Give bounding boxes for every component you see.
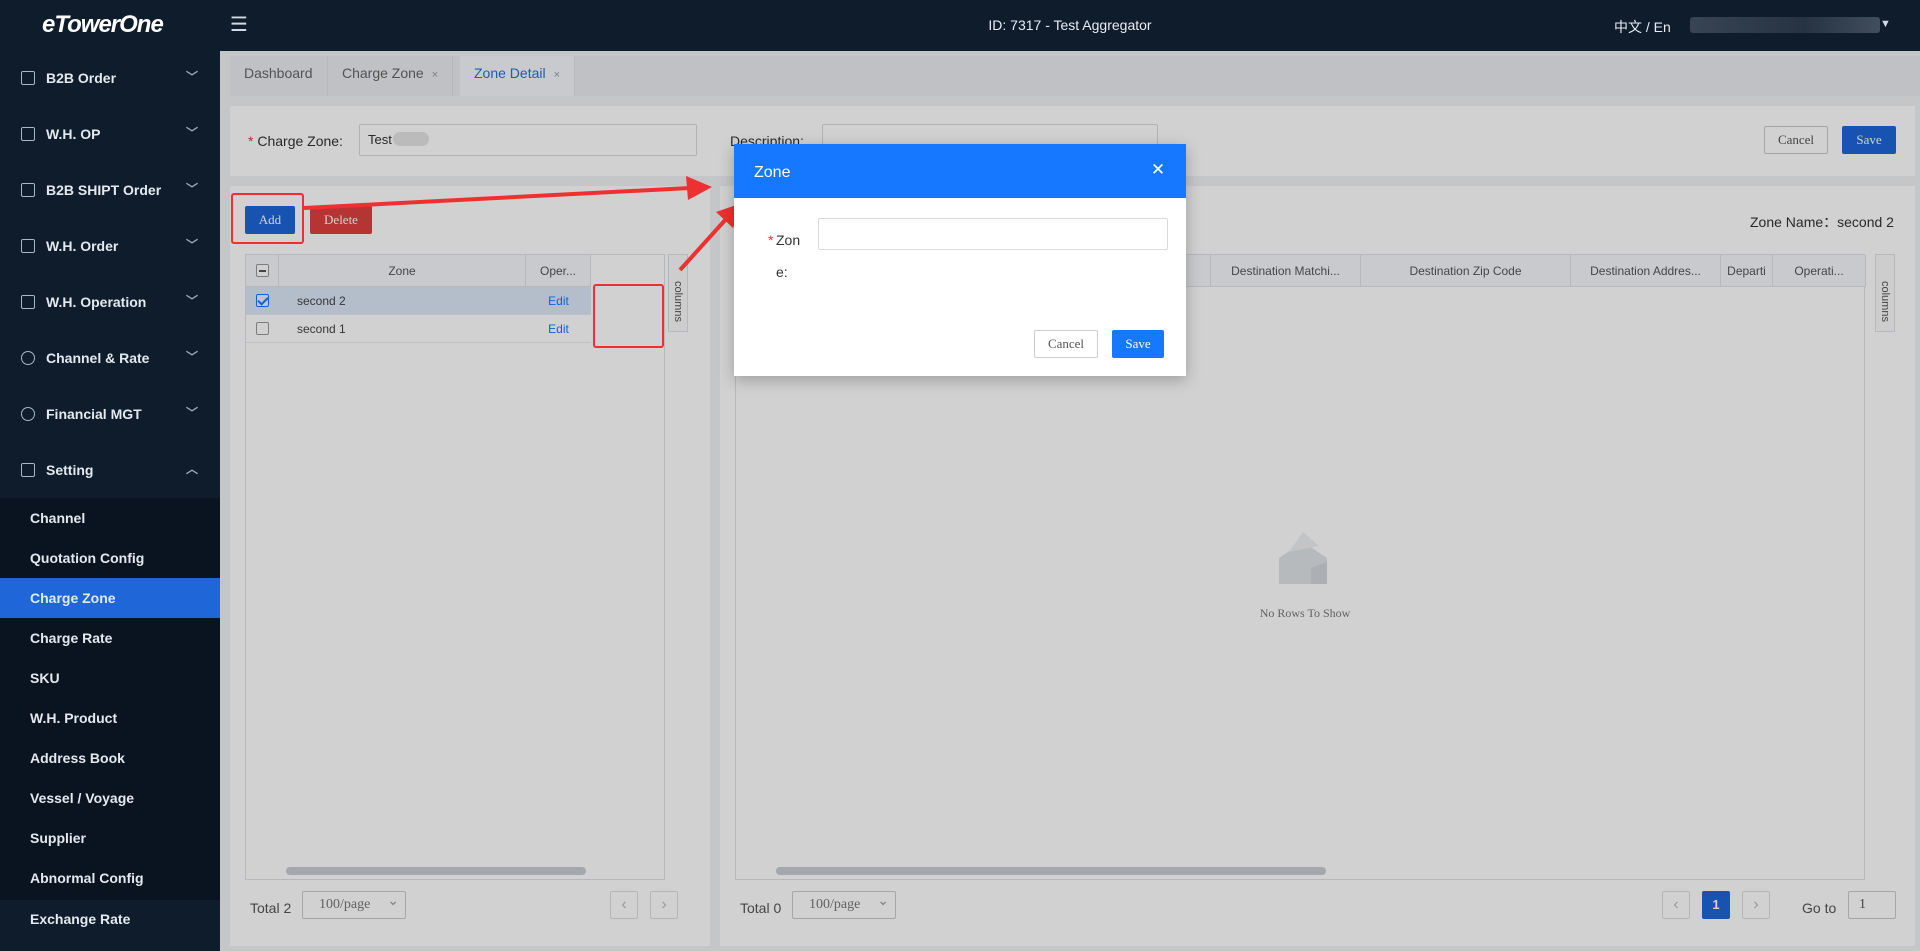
sidebar-item-b2b-shipt-order[interactable]: B2B SHIPT Order ﹀: [0, 163, 220, 219]
zone-name-input[interactable]: [818, 218, 1168, 250]
sidebar-item-label: W.H. OP: [46, 126, 101, 142]
submenu-item-supplier[interactable]: Supplier: [0, 818, 220, 858]
submenu-label: Charge Rate: [30, 630, 113, 646]
wh-order-icon: [21, 239, 35, 253]
zone-modal: Zone ✕ * Zone: Cancel Save: [734, 144, 1186, 376]
user-account-redacted[interactable]: [1690, 17, 1880, 33]
yen-icon: [21, 407, 35, 421]
zone-field-label-text: Zone:: [776, 232, 801, 280]
sidebar-item-label: Setting: [46, 462, 94, 478]
lock-icon: [21, 183, 35, 197]
chevron-down-icon: ﹀: [186, 238, 199, 252]
caret-down-icon[interactable]: ▼: [1880, 18, 1891, 30]
submenu-label: Charge Zone: [30, 590, 116, 606]
sidebar-item-label: B2B Order: [46, 70, 117, 86]
sidebar-item-financial-mgt[interactable]: Financial MGT ﹀: [0, 387, 220, 443]
sidebar-item-b2b-order[interactable]: B2B Order ﹀: [0, 51, 220, 107]
submenu-label: Exchange Rate: [30, 911, 131, 927]
modal-title: Zone: [754, 164, 791, 181]
modal-header: Zone ✕: [734, 144, 1186, 198]
grid-icon: [21, 463, 35, 477]
submenu-item-abnormal-config[interactable]: Abnormal Config: [0, 858, 220, 898]
chevron-up-icon: ︿: [186, 462, 199, 476]
sidebar-item-setting[interactable]: Setting ︿: [0, 443, 220, 499]
sidebar-item-wh-order[interactable]: W.H. Order ﹀: [0, 219, 220, 275]
submenu-label: Vessel / Voyage: [30, 790, 135, 806]
chevron-down-icon: ﹀: [186, 182, 199, 196]
modal-save-button[interactable]: Save: [1112, 330, 1164, 358]
chevron-down-icon: ﹀: [186, 126, 199, 140]
annotation-box-edit: [593, 284, 664, 348]
submenu-label: Abnormal Config: [30, 870, 144, 886]
submenu-label: W.H. Product: [30, 710, 118, 726]
wh-op-icon: [21, 127, 35, 141]
sidebar-item-label: Channel & Rate: [46, 350, 150, 366]
submenu-label: Quotation Config: [30, 550, 145, 566]
modal-cancel-button[interactable]: Cancel: [1034, 330, 1098, 358]
submenu-item-quotation-config[interactable]: Quotation Config: [0, 538, 220, 578]
submenu-label: SKU: [30, 670, 60, 686]
network-icon: [21, 351, 35, 365]
submenu-label: Channel: [30, 510, 86, 526]
sidebar-item-label: W.H. Operation: [46, 294, 147, 310]
sidebar-item-wh-op[interactable]: W.H. OP ﹀: [0, 107, 220, 163]
submenu-item-charge-rate[interactable]: Charge Rate: [0, 618, 220, 658]
submenu-item-wh-product[interactable]: W.H. Product: [0, 698, 220, 738]
chevron-down-icon: ﹀: [186, 70, 199, 84]
sidebar-item-wh-operation[interactable]: W.H. Operation ﹀: [0, 275, 220, 331]
chevron-down-icon: ﹀: [186, 350, 199, 364]
submenu-item-channel[interactable]: Channel: [0, 498, 220, 538]
submenu-item-exchange-rate[interactable]: Exchange Rate: [0, 898, 220, 927]
submenu-item-charge-zone[interactable]: Charge Zone: [0, 578, 220, 618]
zone-field-label: * Zone:: [768, 232, 801, 280]
submenu-label: Supplier: [30, 830, 87, 846]
sidebar-item-label: W.H. Order: [46, 238, 119, 254]
setting-submenu: Channel Quotation Config Charge Zone Cha…: [0, 498, 220, 927]
chevron-down-icon: ﹀: [186, 294, 199, 308]
b2b-order-icon: [21, 71, 35, 85]
chevron-down-icon: ﹀: [186, 406, 199, 420]
annotation-box-add: [231, 193, 304, 244]
sidebar-item-channel-rate[interactable]: Channel & Rate ﹀: [0, 331, 220, 387]
warehouse-icon: [21, 295, 35, 309]
submenu-item-address-book[interactable]: Address Book: [0, 738, 220, 778]
submenu-item-vessel-voyage[interactable]: Vessel / Voyage: [0, 778, 220, 818]
sidebar-item-label: B2B SHIPT Order: [46, 182, 162, 198]
submenu-item-sku[interactable]: SKU: [0, 658, 220, 698]
close-icon[interactable]: ✕: [1148, 160, 1168, 180]
submenu-label: Address Book: [30, 750, 125, 766]
sidebar-item-label: Financial MGT: [46, 406, 142, 422]
language-switch[interactable]: 中文 / En: [1614, 17, 1671, 37]
top-bar: eTowerOne ☰ ID: 7317 - Test Aggregator 中…: [0, 0, 1920, 51]
